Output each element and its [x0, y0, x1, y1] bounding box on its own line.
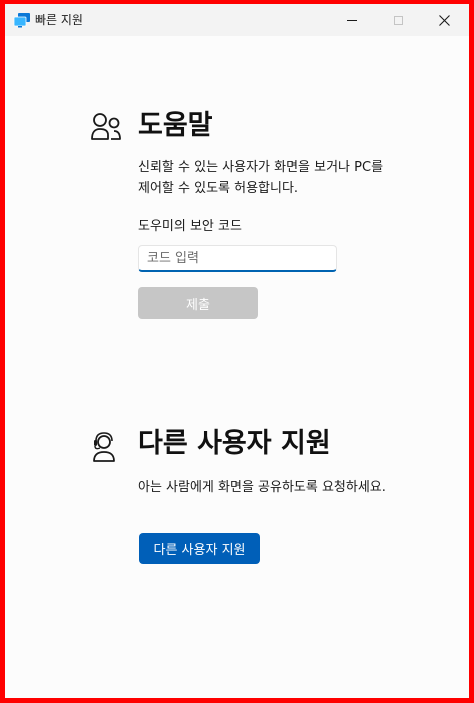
close-icon [438, 14, 450, 26]
security-code-input[interactable] [138, 245, 337, 272]
help-heading: 도움말 [138, 110, 213, 141]
headset-person-icon [93, 432, 115, 462]
help-description: 신뢰할 수 있는 사용자가 화면을 보거나 PC를 제어할 수 있도록 허용합니… [138, 160, 384, 196]
submit-button[interactable]: 제출 [138, 287, 258, 319]
help-someone-button[interactable]: 다른 사용자 지원 [139, 533, 260, 564]
help-someone-heading: 다른 사용자 지원 [138, 428, 331, 459]
window-title: 빠른 지원 [35, 13, 83, 27]
quick-assist-window: 빠른 지원 도움말 신뢰할 수 있는 사용자가 화면을 보거나 PC를 제어할 … [5, 4, 469, 698]
title-bar: 빠른 지원 [5, 4, 469, 36]
minimize-button[interactable] [329, 4, 375, 36]
maximize-button[interactable] [375, 4, 421, 36]
maximize-icon [393, 15, 403, 25]
minimize-icon [347, 19, 357, 21]
close-button[interactable] [421, 4, 467, 36]
helper-code-label: 도우미의 보안 코드 [138, 219, 242, 234]
quick-assist-app-icon [13, 13, 30, 28]
people-icon [91, 113, 121, 140]
help-someone-description: 아는 사람에게 화면을 공유하도록 요청하세요. [138, 480, 386, 495]
